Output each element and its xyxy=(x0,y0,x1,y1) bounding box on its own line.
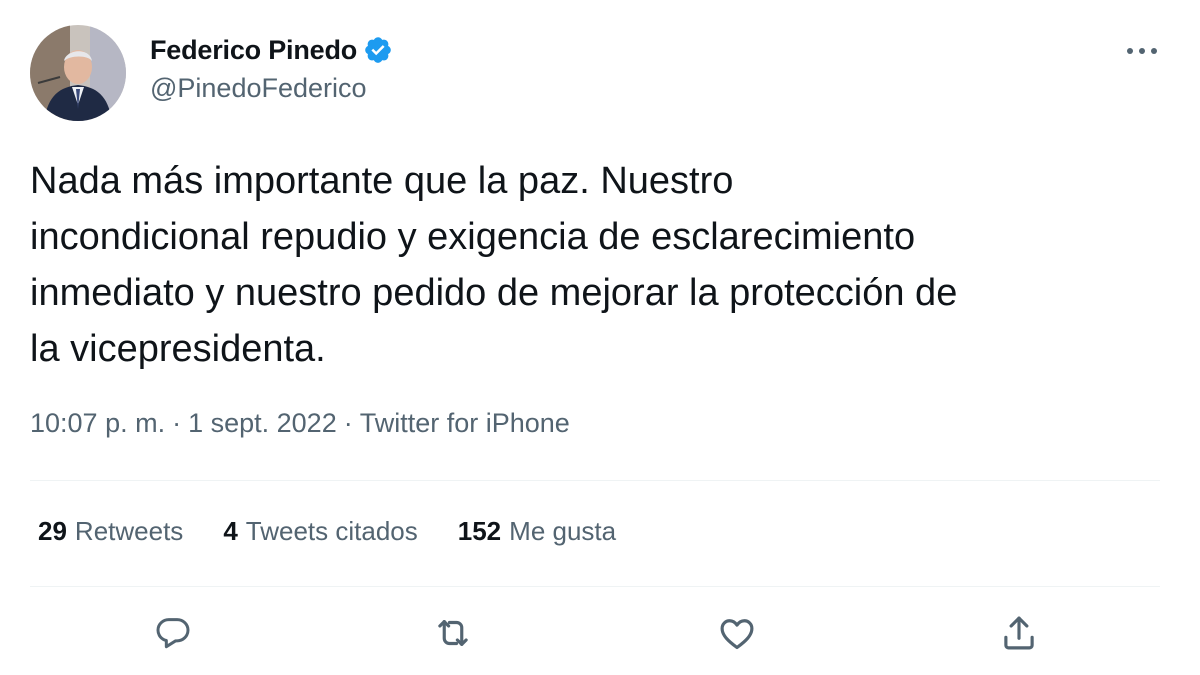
meta-separator: · xyxy=(343,408,353,438)
tweet-source[interactable]: Twitter for iPhone xyxy=(360,408,570,439)
tweet-time[interactable]: 10:07 p. m. xyxy=(30,408,165,439)
divider xyxy=(30,586,1160,587)
tweet-stats: 29 Retweets 4 Tweets citados 152 Me gust… xyxy=(38,516,656,547)
share-button[interactable] xyxy=(996,612,1042,658)
likes-stat[interactable]: 152 Me gusta xyxy=(458,516,616,547)
tweet-meta: 10:07 p. m. · 1 sept. 2022 · Twitter for… xyxy=(30,408,570,439)
retweets-count: 29 xyxy=(38,516,67,546)
retweets-stat[interactable]: 29 Retweets xyxy=(38,516,183,547)
author-display-name[interactable]: Federico Pinedo xyxy=(150,35,357,66)
verified-badge-icon xyxy=(363,35,393,65)
retweet-icon xyxy=(432,612,474,659)
avatar[interactable] xyxy=(30,25,126,121)
like-button[interactable] xyxy=(714,612,760,658)
reply-icon xyxy=(153,613,193,658)
quotes-count: 4 xyxy=(223,516,238,546)
divider xyxy=(30,480,1160,481)
meta-separator: · xyxy=(172,408,182,438)
more-options-icon[interactable] xyxy=(1122,38,1162,64)
reply-button[interactable] xyxy=(150,612,196,658)
likes-count: 152 xyxy=(457,516,502,546)
retweet-button[interactable] xyxy=(430,612,476,658)
likes-label: Me gusta xyxy=(509,516,617,546)
share-icon xyxy=(998,612,1040,659)
tweet-text: Nada más importante que la paz. Nuestro … xyxy=(30,160,958,370)
heart-icon xyxy=(716,612,758,659)
action-bar xyxy=(0,612,1200,658)
quotes-stat[interactable]: 4 Tweets citados xyxy=(223,516,417,547)
author-name-row[interactable]: Federico Pinedo xyxy=(150,33,393,67)
tweet-card: Federico Pinedo @PinedoFederico Nada más… xyxy=(0,0,1200,675)
author-handle[interactable]: @PinedoFederico xyxy=(150,73,367,104)
quotes-label: Tweets citados xyxy=(245,516,418,546)
retweets-label: Retweets xyxy=(74,516,184,546)
tweet-date[interactable]: 1 sept. 2022 xyxy=(188,408,337,439)
